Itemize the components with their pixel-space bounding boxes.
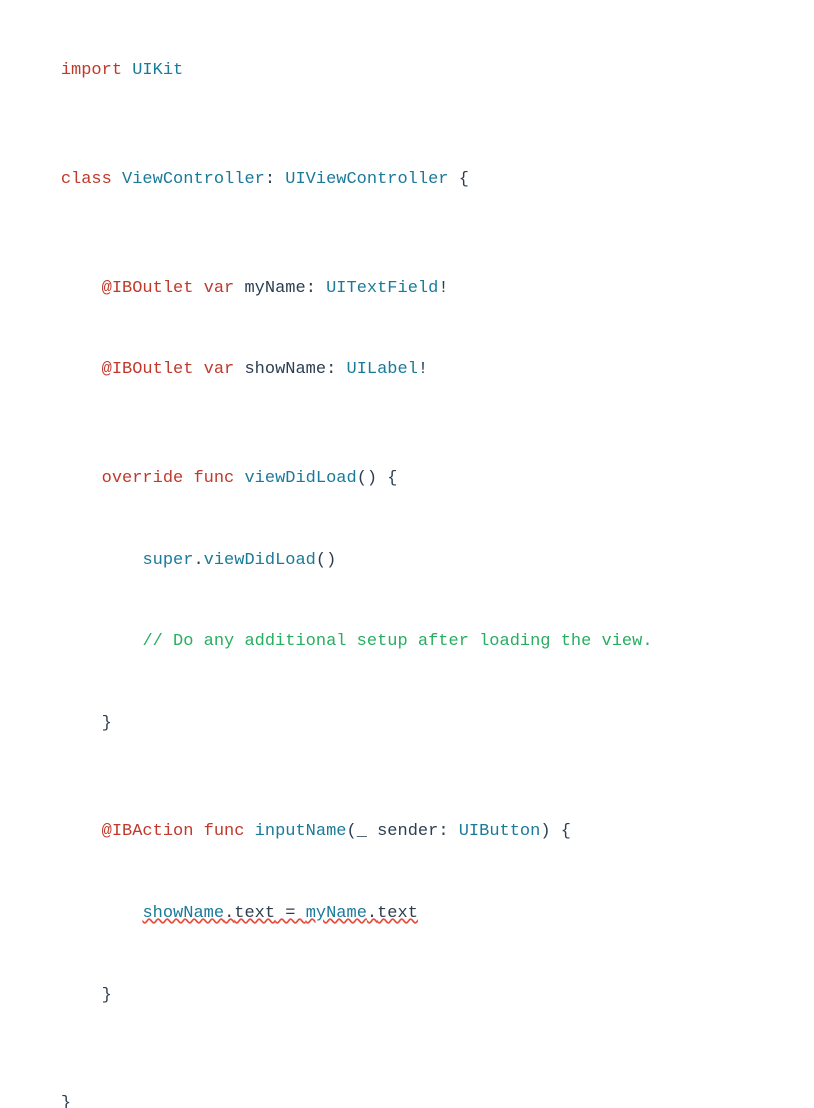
func-viewdidload: viewDidLoad bbox=[244, 469, 356, 488]
keyword-func-2: func bbox=[204, 822, 245, 841]
line-close-3: } bbox=[20, 1063, 794, 1108]
prop-text-2: text bbox=[377, 904, 418, 923]
func-super-viewdidload: viewDidLoad bbox=[204, 551, 316, 570]
blank-line-4 bbox=[20, 764, 794, 791]
code-editor: import UIKit class ViewController: UIVie… bbox=[20, 20, 794, 1108]
line-class-decl: class ViewController: UIViewController { bbox=[20, 139, 794, 221]
type-uikit: UIKit bbox=[132, 61, 183, 80]
prop-text-1: text bbox=[234, 904, 275, 923]
line-import: import UIKit bbox=[20, 30, 794, 112]
type-uibutton: UIButton bbox=[459, 822, 541, 841]
var-showname: showName bbox=[244, 360, 326, 379]
line-assignment: showName.text = myName.text bbox=[20, 873, 794, 955]
keyword-class: class bbox=[61, 170, 112, 189]
assignment-expression: showName.text = myName.text bbox=[142, 904, 417, 923]
line-super: super.viewDidLoad() bbox=[20, 519, 794, 601]
attr-iboutlet-2: @IBOutlet bbox=[102, 360, 194, 379]
line-override: override func viewDidLoad() { bbox=[20, 438, 794, 520]
blank-line-1 bbox=[20, 112, 794, 139]
func-inputname: inputName bbox=[255, 822, 347, 841]
keyword-func-1: func bbox=[193, 469, 234, 488]
line-comment: // Do any additional setup after loading… bbox=[20, 601, 794, 683]
type-uitextfield: UITextField bbox=[326, 279, 438, 298]
keyword-super: super bbox=[142, 551, 193, 570]
var-showname-ref: showName bbox=[142, 904, 224, 923]
attr-iboutlet-1: @IBOutlet bbox=[102, 279, 194, 298]
keyword-var-2: var bbox=[204, 360, 235, 379]
blank-line-2 bbox=[20, 220, 794, 247]
line-outlet-showname: @IBOutlet var showName: UILabel! bbox=[20, 329, 794, 411]
keyword-override: override bbox=[102, 469, 184, 488]
line-close-2: } bbox=[20, 954, 794, 1036]
line-close-1: } bbox=[20, 683, 794, 765]
line-outlet-myname: @IBOutlet var myName: UITextField! bbox=[20, 248, 794, 330]
var-myname-ref: myName bbox=[306, 904, 367, 923]
keyword-import: import bbox=[61, 61, 122, 80]
class-viewcontroller: ViewController bbox=[122, 170, 265, 189]
comment-setup: // Do any additional setup after loading… bbox=[142, 632, 652, 651]
line-ibaction: @IBAction func inputName(_ sender: UIBut… bbox=[20, 791, 794, 873]
blank-line-5 bbox=[20, 1036, 794, 1063]
var-myname: myName bbox=[244, 279, 305, 298]
attr-ibaction: @IBAction bbox=[102, 822, 194, 841]
type-uiviewcontroller: UIViewController bbox=[285, 170, 448, 189]
keyword-var-1: var bbox=[204, 279, 235, 298]
type-uilabel: UILabel bbox=[347, 360, 418, 379]
blank-line-3 bbox=[20, 411, 794, 438]
